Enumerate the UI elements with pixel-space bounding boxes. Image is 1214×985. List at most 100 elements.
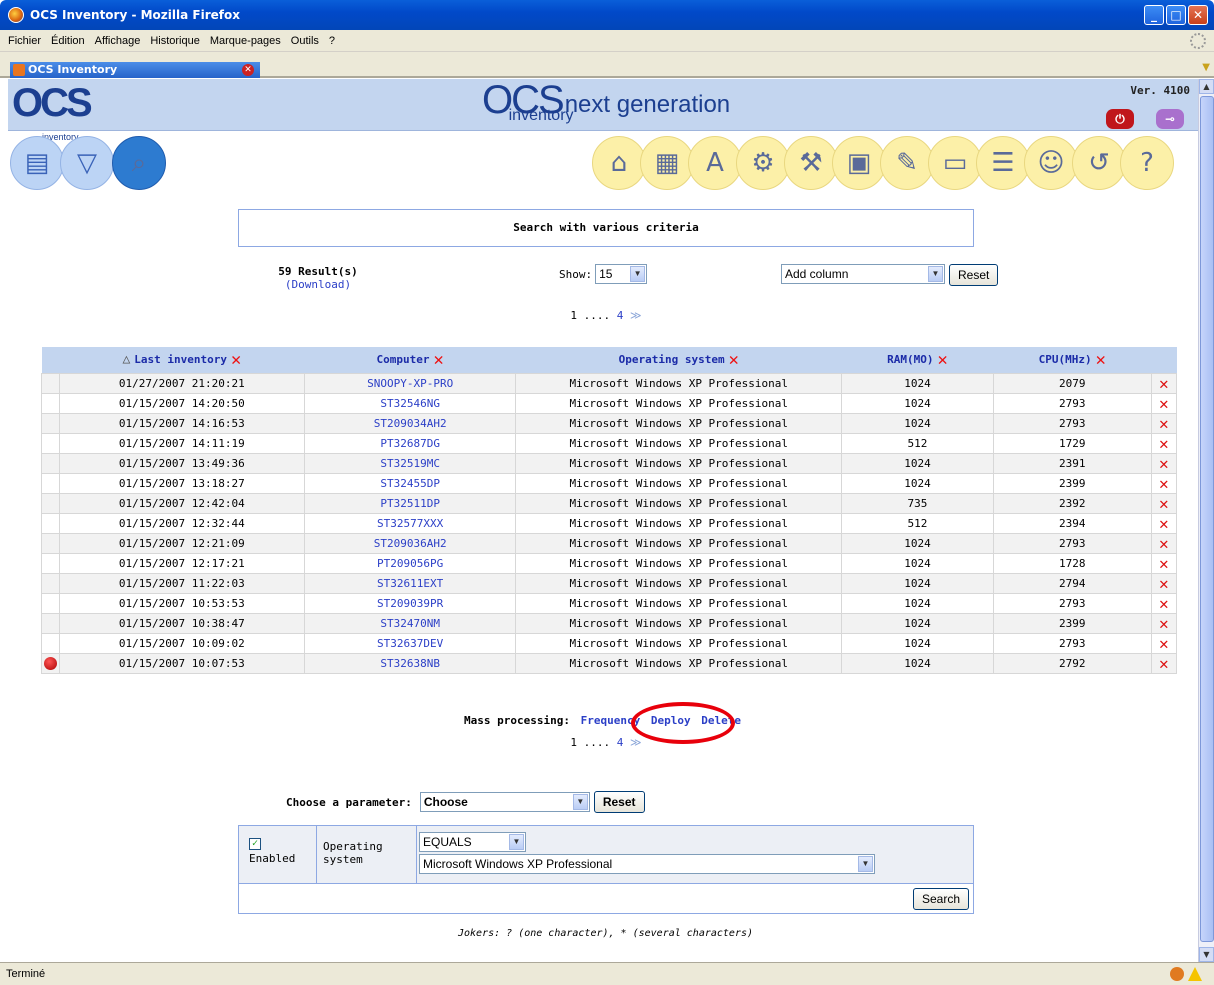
maximize-button[interactable]: □ (1166, 5, 1186, 25)
folder-icon[interactable]: ▭ (928, 136, 982, 190)
tab-close-icon[interactable]: ✕ (242, 64, 254, 76)
packages-icon[interactable]: ⌂ (592, 136, 646, 190)
close-button[interactable]: ✕ (1188, 5, 1208, 25)
computer-link[interactable]: ST209039PR (303, 592, 517, 614)
delete-row-icon[interactable]: ✕ (1150, 592, 1178, 614)
tab-list-arrow-icon[interactable]: ▼ (1202, 62, 1210, 73)
enabled-checkbox[interactable]: ✓ (249, 838, 261, 850)
computer-link[interactable]: SNOOPY-XP-PRO (303, 372, 517, 394)
row-flag-cell (41, 612, 60, 634)
header-ram[interactable]: RAM(MO) ✕ (841, 347, 994, 373)
os-cell: Microsoft Windows XP Professional (515, 452, 843, 474)
computer-link[interactable]: ST209036AH2 (303, 532, 517, 554)
minimize-button[interactable]: _ (1144, 5, 1164, 25)
logout-icon[interactable]: ⏻ (1106, 109, 1134, 129)
menu-help[interactable]: ? (329, 35, 335, 47)
menu-fichier[interactable]: Fichier (8, 35, 41, 47)
add-column-select[interactable]: Add column ▼ (781, 264, 945, 284)
delete-row-icon[interactable]: ✕ (1150, 652, 1178, 674)
scroll-icon[interactable]: ✎ (880, 136, 934, 190)
delete-row-icon[interactable]: ✕ (1150, 492, 1178, 514)
computer-link[interactable]: PT209056PG (303, 552, 517, 574)
computer-link[interactable]: ST32577XXX (303, 512, 517, 534)
delete-row-icon[interactable]: ✕ (1150, 632, 1178, 654)
warning-icon[interactable] (1188, 967, 1202, 981)
computer-link[interactable]: ST32637DEV (303, 632, 517, 654)
delete-row-icon[interactable]: ✕ (1150, 512, 1178, 534)
computer-link[interactable]: ST32638NB (303, 652, 517, 674)
search-button[interactable]: Search (912, 888, 969, 910)
computer-link[interactable]: ST32546NG (303, 392, 517, 414)
computer-link[interactable]: ST32519MC (303, 452, 517, 474)
header-last-inventory[interactable]: △ Last inventory ✕ (59, 347, 305, 373)
remove-column-icon[interactable]: ✕ (231, 350, 241, 370)
header-computer[interactable]: Computer ✕ (304, 347, 516, 373)
registry-icon[interactable]: ▣ (832, 136, 886, 190)
cpu-cell: 2394 (992, 512, 1152, 534)
header-operating-system[interactable]: Operating system ✕ (515, 347, 842, 373)
computer-link[interactable]: PT32511DP (303, 492, 517, 514)
users-icon[interactable]: ☺ (1024, 136, 1078, 190)
menu-historique[interactable]: Historique (150, 35, 200, 47)
key-icon[interactable]: ⊸ (1156, 109, 1184, 129)
delete-row-icon[interactable]: ✕ (1150, 472, 1178, 494)
delete-row-icon[interactable]: ✕ (1150, 452, 1178, 474)
computer-link[interactable]: ST209034AH2 (303, 412, 517, 434)
delete-row-icon[interactable]: ✕ (1150, 552, 1178, 574)
delete-row-icon[interactable]: ✕ (1150, 372, 1178, 394)
delete-row-icon[interactable]: ✕ (1150, 392, 1178, 414)
show-select[interactable]: 15 ▼ (595, 264, 648, 284)
cpu-cell: 2793 (992, 532, 1152, 554)
parameter-select[interactable]: Choose ▼ (419, 792, 590, 812)
delete-row-icon[interactable]: ✕ (1150, 572, 1178, 594)
computer-link[interactable]: ST32470NM (303, 612, 517, 634)
scroll-thumb[interactable] (1200, 96, 1214, 942)
pager-last-link[interactable]: 4 (617, 736, 624, 749)
ocs-logo[interactable]: OCS inventory (12, 83, 93, 142)
header-cpu[interactable]: CPU(MHz) ✕ (993, 347, 1152, 373)
delete-row-icon[interactable]: ✕ (1150, 412, 1178, 434)
restore-icon[interactable]: ↺ (1072, 136, 1126, 190)
table-row: 01/27/2007 21:20:21 SNOOPY-XP-PRO Microsof… (41, 372, 1178, 394)
firefox-status-icon[interactable] (1170, 967, 1184, 981)
remove-column-icon[interactable]: ✕ (729, 350, 739, 370)
value-select[interactable]: Microsoft Windows XP Professional ▼ (419, 854, 875, 874)
tab-label: OCS Inventory (28, 63, 118, 76)
scroll-up-icon[interactable]: ▲ (1199, 79, 1214, 94)
reset-columns-button[interactable]: Reset (949, 264, 999, 286)
delete-row-icon[interactable]: ✕ (1150, 432, 1178, 454)
help-icon[interactable]: ? (1120, 136, 1174, 190)
search-icon[interactable]: ⌕ (112, 136, 166, 190)
table-header-row: △ Last inventory ✕ Computer ✕ Operating sys… (41, 347, 1177, 373)
vertical-scrollbar[interactable]: ▲ ▼ (1198, 79, 1214, 962)
pager-next-icon[interactable]: ≫ (630, 736, 642, 749)
firewall-icon[interactable]: ▦ (640, 136, 694, 190)
computers-icon[interactable]: ▤ (10, 136, 64, 190)
document-icon[interactable]: ☰ (976, 136, 1030, 190)
remove-column-icon[interactable]: ✕ (1096, 350, 1106, 370)
download-link[interactable]: (Download) (258, 278, 378, 291)
last-inventory-cell: 01/15/2007 14:11:19 (58, 432, 305, 454)
menu-edition[interactable]: Édition (51, 35, 85, 47)
os-cell: Microsoft Windows XP Professional (515, 512, 843, 534)
operator-select[interactable]: EQUALS ▼ (419, 832, 526, 852)
remove-column-icon[interactable]: ✕ (434, 350, 444, 370)
filter-icon[interactable]: ▽ (60, 136, 114, 190)
menu-affichage[interactable]: Affichage (95, 35, 141, 47)
scroll-down-icon[interactable]: ▼ (1199, 947, 1214, 962)
remove-column-icon[interactable]: ✕ (938, 350, 948, 370)
menu-outils[interactable]: Outils (291, 35, 319, 47)
config-icon[interactable]: ⚙ (736, 136, 790, 190)
computer-link[interactable]: ST32455DP (303, 472, 517, 494)
menu-marque-pages[interactable]: Marque-pages (210, 35, 281, 47)
reset-parameter-button[interactable]: Reset (593, 791, 645, 813)
pager-last-link[interactable]: 4 (617, 309, 624, 322)
computer-link[interactable]: PT32687DG (303, 432, 517, 454)
pager-next-icon[interactable]: ≫ (630, 309, 642, 322)
computer-link[interactable]: ST32611EXT (303, 572, 517, 594)
wrench-icon[interactable]: ⚒ (784, 136, 838, 190)
tab-ocs-inventory[interactable]: OCS Inventory ✕ (10, 62, 260, 78)
delete-row-icon[interactable]: ✕ (1150, 612, 1178, 634)
dictionary-icon[interactable]: A (688, 136, 742, 190)
delete-row-icon[interactable]: ✕ (1150, 532, 1178, 554)
